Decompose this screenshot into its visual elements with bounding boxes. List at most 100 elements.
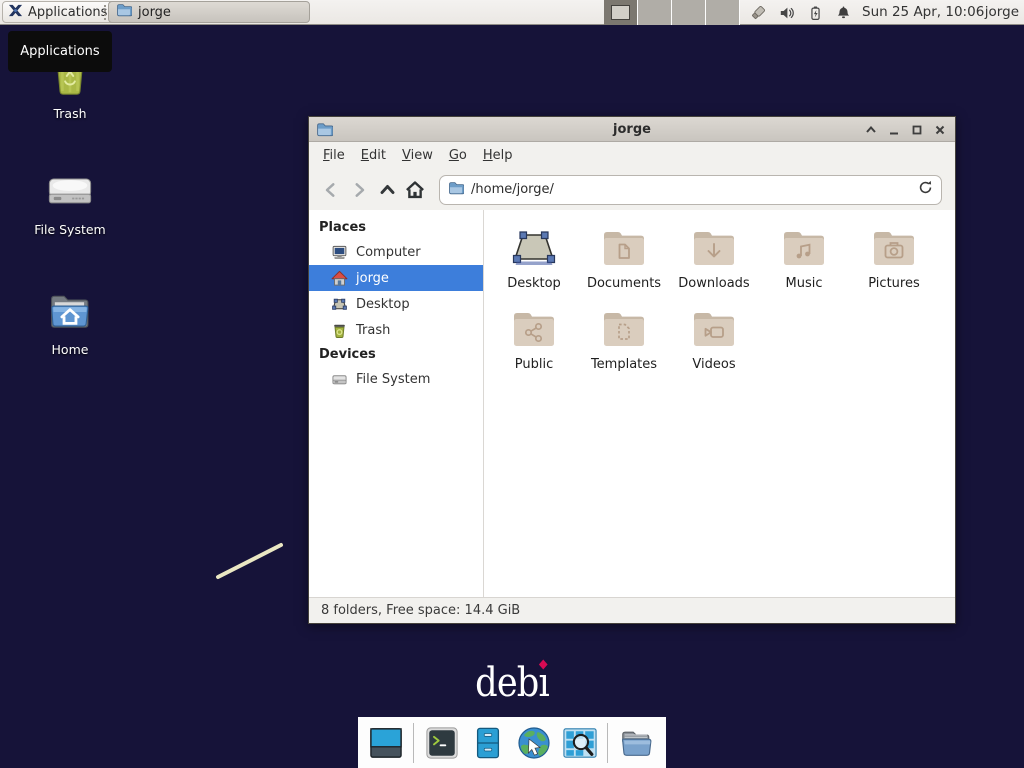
reload-icon[interactable]: [918, 180, 933, 199]
sidebar-item-jorge[interactable]: jorge: [309, 265, 483, 291]
applications-menu-button[interactable]: Applications: [2, 1, 116, 23]
forward-button[interactable]: [345, 176, 373, 204]
battery-icon[interactable]: [807, 4, 824, 21]
desktop-folder-icon: [510, 224, 558, 272]
file-item-downloads[interactable]: Downloads: [670, 224, 758, 291]
computer-icon: [331, 244, 348, 261]
dock-separator: [413, 723, 414, 763]
taskbar-window-label: jorge: [138, 5, 171, 20]
panel-clock[interactable]: Sun 25 Apr, 10:06: [862, 0, 984, 25]
file-item-music[interactable]: Music: [760, 224, 848, 291]
tooltip-text: Applications: [20, 44, 99, 59]
file-item-label: Pictures: [868, 276, 919, 291]
file-item-pictures[interactable]: Pictures: [850, 224, 938, 291]
sidebar-item-filesystem[interactable]: File System: [309, 366, 483, 392]
debian-logo-text: deb: [475, 660, 538, 706]
sidebar-item-label: Trash: [356, 323, 390, 338]
sidebar-item-label: File System: [356, 372, 430, 387]
downloads-folder-icon: [690, 224, 738, 272]
dock-item-file-manager[interactable]: [469, 724, 506, 761]
close-button[interactable]: [933, 123, 947, 137]
desktop-icon: [331, 296, 348, 313]
workspace-2[interactable]: [638, 0, 672, 25]
documents-folder-icon: [600, 224, 648, 272]
sidebar-item-trash[interactable]: Trash: [309, 317, 483, 343]
removable-device-icon[interactable]: [750, 4, 767, 21]
up-button[interactable]: [373, 176, 401, 204]
sidebar-item-label: Computer: [356, 245, 421, 260]
location-folder-icon: [448, 180, 464, 200]
desktop-icon-home[interactable]: Home: [10, 286, 130, 357]
menu-edit[interactable]: Edit: [353, 144, 394, 167]
public-folder-icon: [510, 305, 558, 353]
pictures-folder-icon: [870, 224, 918, 272]
window-titlebar[interactable]: jorge: [309, 117, 955, 142]
harddrive-icon: [331, 371, 348, 388]
file-item-label: Music: [786, 276, 823, 291]
menu-go[interactable]: Go: [441, 144, 475, 167]
toolbar: /home/jorge/: [309, 169, 955, 210]
menu-help[interactable]: Help: [475, 144, 521, 167]
file-item-label: Documents: [587, 276, 661, 291]
applications-menu-label: Applications: [28, 5, 107, 20]
user-actions-button[interactable]: jorge: [985, 0, 1019, 25]
file-grid: Desktop Documents: [485, 210, 955, 597]
home-button[interactable]: [401, 176, 429, 204]
file-item-templates[interactable]: Templates: [580, 305, 668, 372]
minimize-button[interactable]: [887, 123, 901, 137]
desktop: Applications jorge: [0, 0, 1024, 768]
shade-button[interactable]: [864, 123, 878, 137]
sidebar-item-label: jorge: [356, 271, 389, 286]
location-bar[interactable]: /home/jorge/: [439, 175, 942, 205]
file-item-public[interactable]: Public: [490, 305, 578, 372]
file-item-label: Public: [515, 357, 553, 372]
sidebar-header-devices: Devices: [309, 343, 483, 366]
system-tray: [750, 0, 852, 25]
volume-icon[interactable]: [778, 4, 795, 21]
window-body: Places Computer jorge: [309, 210, 955, 597]
desktop-icon-label: Home: [52, 342, 89, 357]
workspace-4[interactable]: [706, 0, 740, 25]
back-button[interactable]: [317, 176, 345, 204]
sidebar-item-desktop[interactable]: Desktop: [309, 291, 483, 317]
sidebar: Places Computer jorge: [309, 210, 484, 597]
workspace-1[interactable]: [604, 0, 638, 25]
music-folder-icon: [780, 224, 828, 272]
dock-item-terminal[interactable]: [423, 724, 460, 761]
sidebar-header-places: Places: [309, 216, 483, 239]
xfce-applications-icon: [8, 3, 23, 22]
window-title: jorge: [309, 122, 955, 137]
desktop-icon-label: File System: [34, 222, 106, 237]
menubar: File Edit View Go Help: [309, 142, 955, 169]
file-item-videos[interactable]: Videos: [670, 305, 758, 372]
menu-view[interactable]: View: [394, 144, 441, 167]
workspace-3[interactable]: [672, 0, 706, 25]
top-panel: Applications jorge: [0, 0, 1024, 25]
workspace-switcher: [604, 0, 740, 25]
dock-item-show-desktop[interactable]: [367, 724, 404, 761]
home-icon: [331, 270, 348, 287]
sidebar-item-computer[interactable]: Computer: [309, 239, 483, 265]
tasklist-handle: [104, 5, 106, 20]
statusbar-text: 8 folders, Free space: 14.4 GiB: [321, 603, 520, 618]
harddrive-icon: [44, 166, 96, 218]
dock-item-directory-menu[interactable]: [617, 724, 654, 761]
home-folder-icon: [44, 286, 96, 338]
file-item-label: Templates: [591, 357, 657, 372]
sidebar-item-label: Desktop: [356, 297, 410, 312]
file-item-documents[interactable]: Documents: [580, 224, 668, 291]
file-item-desktop[interactable]: Desktop: [490, 224, 578, 291]
dock-item-application-finder[interactable]: [561, 724, 598, 761]
location-path[interactable]: /home/jorge/: [471, 182, 911, 197]
menu-file[interactable]: File: [315, 144, 353, 167]
file-manager-window: jorge File Edit View Go Help: [308, 116, 956, 624]
dock-item-web-browser[interactable]: [515, 724, 552, 761]
trash-icon: [331, 322, 348, 339]
statusbar: 8 folders, Free space: 14.4 GiB: [309, 597, 955, 623]
maximize-button[interactable]: [910, 123, 924, 137]
taskbar-window-button[interactable]: jorge: [108, 1, 310, 23]
dock-separator: [607, 723, 608, 763]
folder-icon: [116, 2, 132, 22]
notifications-bell-icon[interactable]: [835, 4, 852, 21]
desktop-icon-filesystem[interactable]: File System: [10, 166, 130, 237]
